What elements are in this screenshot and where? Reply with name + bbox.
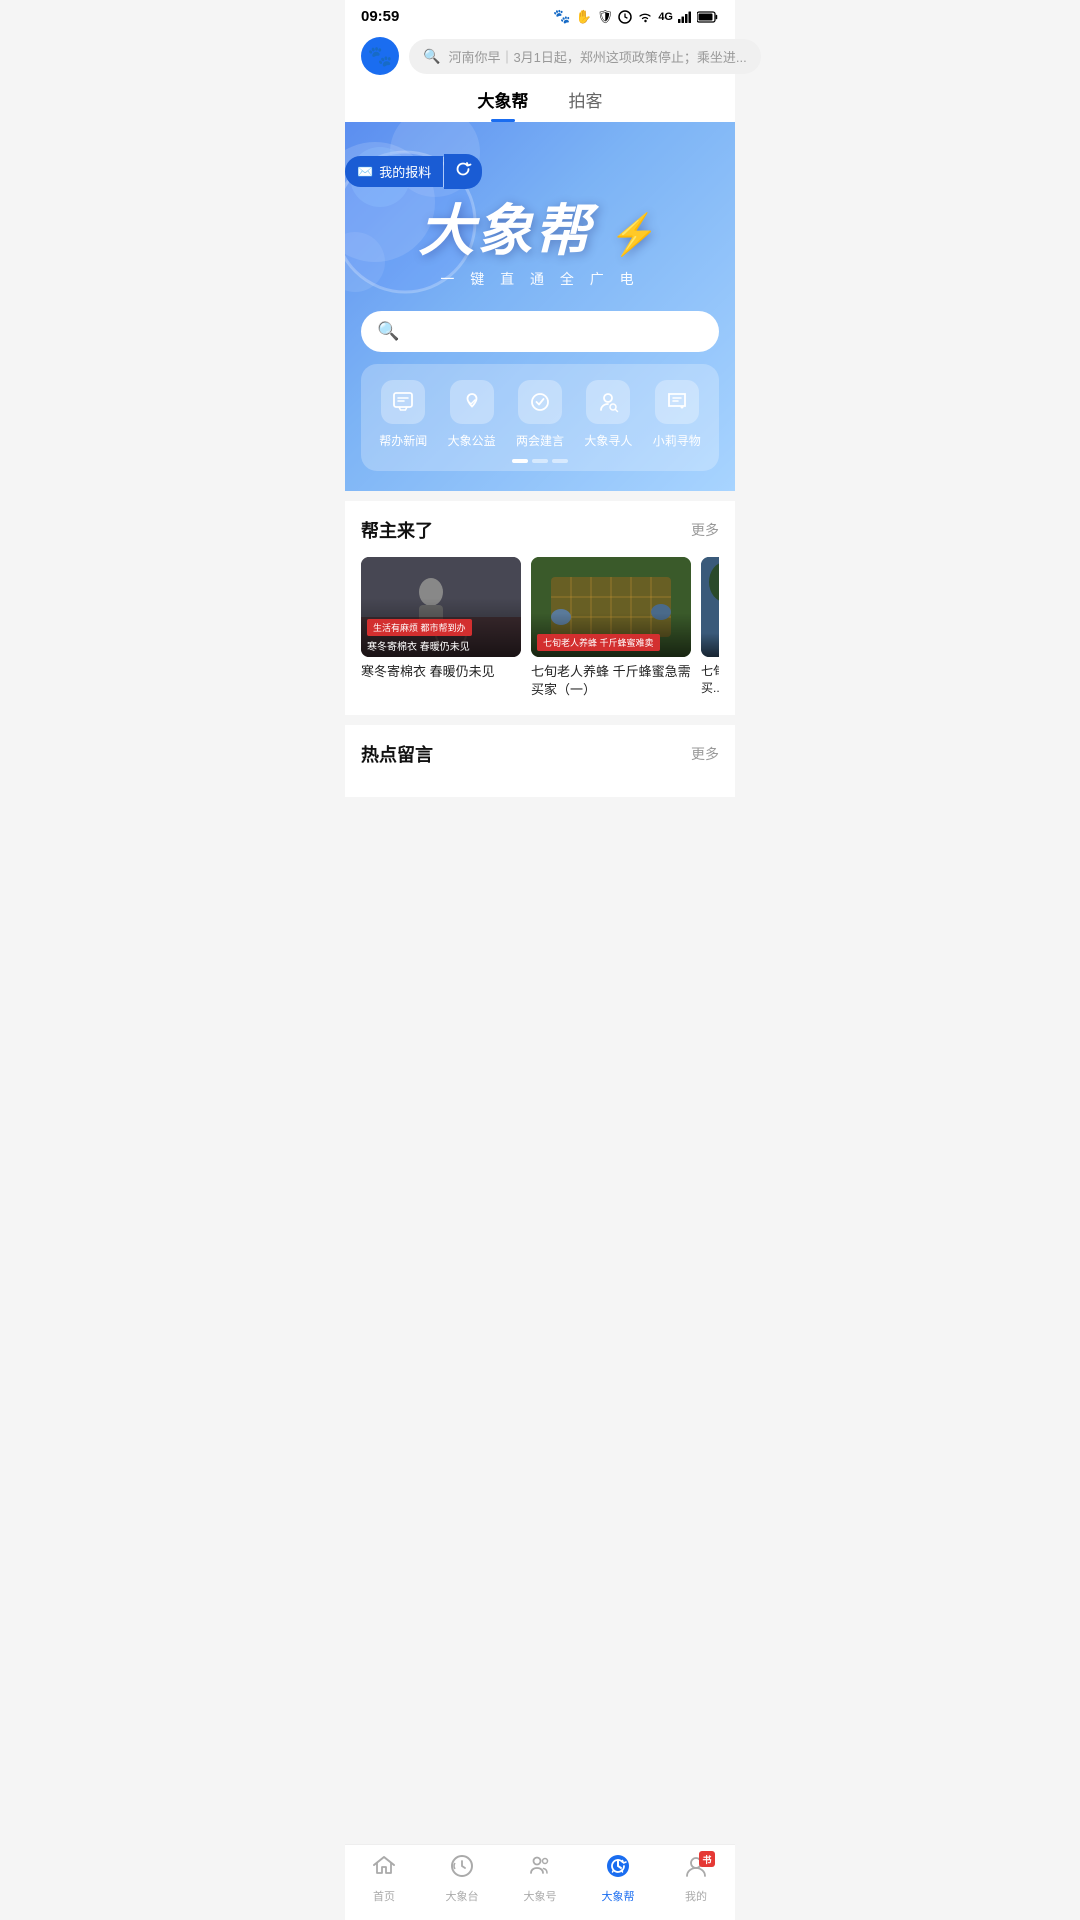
banner-search-icon: 🔍 <box>377 321 399 342</box>
bangban-xinwen-icon <box>381 380 425 424</box>
dot-3 <box>552 459 568 463</box>
refresh-icon <box>454 160 472 178</box>
nav-daxianghao-label: 大象号 <box>524 1888 557 1904</box>
nav-mine[interactable]: 书 我的 <box>666 1853 726 1904</box>
quick-action-label-0: 帮办新闻 <box>379 432 427 449</box>
gonyi-icon <box>450 380 494 424</box>
bottom-nav: 首页 大象台 大象号 <box>345 1844 735 1920</box>
nav-daxiangbang-label: 大象帮 <box>602 1888 635 1904</box>
status-bar: 09:59 🐾 ✋ 🛡 4G <box>345 0 735 29</box>
hero-subtitle: 一 键 直 通 全 广 电 <box>361 269 719 289</box>
paw-icon: 🐾 <box>553 8 570 25</box>
banner-search[interactable]: 🔍 <box>361 311 719 352</box>
news-card-1[interactable]: 生活有麻烦 都市帮到办 寒冬寄棉衣 春暖仍未见 寒冬寄棉衣 春暖仍未见 <box>361 557 521 699</box>
quick-action-label-3: 大象寻人 <box>584 432 632 449</box>
nav-daxiangbang-icon-container <box>605 1853 631 1884</box>
battery-icon <box>697 11 719 23</box>
card-1-title: 寒冬寄棉衣 春暖仍未见 <box>361 663 521 681</box>
card-3-title: 七旬老…急需买... <box>701 663 719 697</box>
daxiangbang-active-icon <box>605 1853 631 1879</box>
quick-action-bangban-xinwen[interactable]: 帮办新闻 <box>379 380 427 449</box>
tab-daxiangbang[interactable]: 大象帮 <box>478 87 529 122</box>
app-logo[interactable]: 🐾 <box>361 37 399 75</box>
hot-comments-header: 热点留言 更多 <box>361 741 719 767</box>
nav-daxianghao[interactable]: 大象号 <box>510 1853 570 1904</box>
nav-mine-label: 我的 <box>685 1888 707 1904</box>
news-card-thumb-2: 七旬老人养蜂 千斤蜂蜜难卖 <box>531 557 691 657</box>
quick-action-xunren[interactable]: 大象寻人 <box>584 380 632 449</box>
logo-paw-icon: 🐾 <box>368 44 393 69</box>
card-1-overlay: 生活有麻烦 都市帮到办 寒冬寄棉衣 春暖仍未见 <box>361 598 521 657</box>
nav-home[interactable]: 首页 <box>354 1853 414 1904</box>
bangzhu-section: 帮主来了 更多 <box>345 501 735 715</box>
wifi-icon <box>637 11 653 23</box>
xunren-icon <box>586 380 630 424</box>
quick-action-xunwu[interactable]: 小莉寻物 <box>653 380 701 449</box>
hero-top-actions: ✉️ 我的报料 <box>345 154 703 189</box>
quick-action-label-4: 小莉寻物 <box>653 432 701 449</box>
quick-actions: 帮办新闻 大象公益 <box>361 364 719 471</box>
bangzhu-section-header: 帮主来了 更多 <box>361 517 719 543</box>
signal-icon <box>678 11 692 23</box>
lianghui-icon <box>518 380 562 424</box>
quick-action-label-1: 大象公益 <box>448 432 496 449</box>
my-report-label: 我的报料 <box>379 162 431 181</box>
home-icon <box>371 1853 397 1879</box>
shield-icon: 🛡 <box>597 9 614 25</box>
hot-comments-section: 热点留言 更多 <box>345 725 735 797</box>
card-2-title: 七旬老人养蜂 千斤蜂蜜急需买家（一） <box>531 663 691 699</box>
envelope-icon: ✉️ <box>357 164 373 180</box>
nav-daxiangtai-label: 大象台 <box>446 1888 479 1904</box>
nav-mine-icon-container: 书 <box>683 1853 709 1884</box>
hero-title-area: 大象帮 ⚡ 一 键 直 通 全 广 电 <box>361 173 719 299</box>
mine-badge: 书 <box>699 1851 715 1867</box>
bangzhu-title: 帮主来了 <box>361 517 433 543</box>
nav-daxiangbang[interactable]: 大象帮 <box>588 1853 648 1904</box>
card-1-overlay-text: 寒冬寄棉衣 春暖仍未见 <box>367 638 515 653</box>
hot-comments-more[interactable]: 更多 <box>691 744 719 764</box>
lightning-icon: ⚡ <box>610 213 662 257</box>
network-4g: 4G <box>658 11 673 23</box>
search-icon: 🔍 <box>423 48 440 65</box>
quick-action-gonyi[interactable]: 大象公益 <box>448 380 496 449</box>
news-card-2[interactable]: 七旬老人养蜂 千斤蜂蜜难卖 七旬老人养蜂 千斤蜂蜜急需买家（一） <box>531 557 691 699</box>
daxiangtai-icon <box>449 1853 475 1879</box>
nav-daxiangtai-icon-container <box>449 1853 475 1884</box>
bangzhu-more[interactable]: 更多 <box>691 520 719 540</box>
hot-comments-title: 热点留言 <box>361 741 433 767</box>
dots-indicator <box>369 459 711 463</box>
hand-icon: ✋ <box>576 9 592 25</box>
quick-actions-grid: 帮办新闻 大象公益 <box>369 380 711 449</box>
search-placeholder-text: 河南你早｜3月1日起，郑州这项政策停止；乘坐进... <box>448 47 746 66</box>
nav-daxiangtai[interactable]: 大象台 <box>432 1853 492 1904</box>
bangzhu-cards: 生活有麻烦 都市帮到办 寒冬寄棉衣 春暖仍未见 寒冬寄棉衣 春暖仍未见 <box>361 557 719 699</box>
refresh-icon <box>618 10 632 24</box>
nav-home-icon-container <box>371 1853 397 1884</box>
header: 🐾 🔍 河南你早｜3月1日起，郑州这项政策停止；乘坐进... <box>345 29 735 75</box>
news-card-thumb-3 <box>701 557 719 657</box>
dot-2 <box>532 459 548 463</box>
nav-home-label: 首页 <box>373 1888 395 1904</box>
card-1-tag: 生活有麻烦 都市帮到办 <box>367 619 472 636</box>
search-bar[interactable]: 🔍 河南你早｜3月1日起，郑州这项政策停止；乘坐进... <box>409 39 761 74</box>
hero-banner: ✉️ 我的报料 大象帮 ⚡ 一 键 直 通 全 广 电 🔍 <box>345 122 735 491</box>
quick-action-lianghui[interactable]: 两会建言 <box>516 380 564 449</box>
refresh-hero-button[interactable] <box>444 154 482 189</box>
nav-daxianghao-icon-container <box>527 1853 553 1884</box>
card-2-overlay: 七旬老人养蜂 千斤蜂蜜难卖 <box>531 613 691 657</box>
tab-paike[interactable]: 拍客 <box>569 87 603 122</box>
news-card-thumb-1: 生活有麻烦 都市帮到办 寒冬寄棉衣 春暖仍未见 <box>361 557 521 657</box>
card-2-tag: 七旬老人养蜂 千斤蜂蜜难卖 <box>537 634 660 651</box>
news-card-3[interactable]: 七旬老…急需买... <box>701 557 719 699</box>
dot-1 <box>512 459 528 463</box>
quick-action-label-2: 两会建言 <box>516 432 564 449</box>
daxianghao-icon <box>527 1853 553 1879</box>
hero-main-title: 大象帮 ⚡ <box>361 203 719 259</box>
xunwu-icon <box>655 380 699 424</box>
card-3-overlay <box>701 633 719 657</box>
status-icons: 🐾 ✋ 🛡 4G <box>553 8 719 25</box>
my-report-button[interactable]: ✉️ 我的报料 <box>345 156 443 187</box>
tabs-container: 大象帮 拍客 <box>345 75 735 122</box>
status-time: 09:59 <box>361 8 399 25</box>
